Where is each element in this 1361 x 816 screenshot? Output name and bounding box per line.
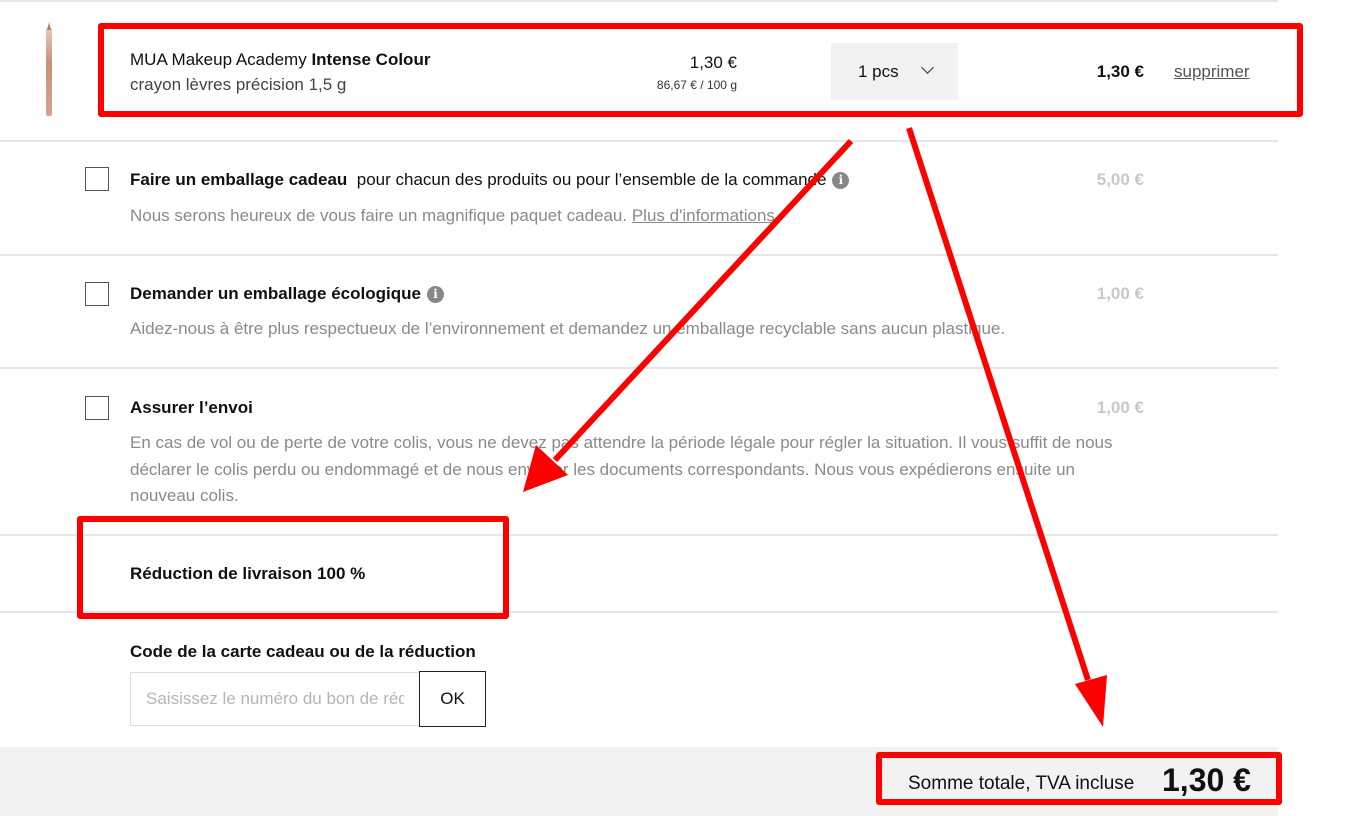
arrow-to-discount	[552, 138, 854, 463]
arrow-to-total	[906, 127, 1091, 681]
arrowhead-icon	[1075, 675, 1107, 727]
annotation-arrows	[523, 127, 1107, 727]
